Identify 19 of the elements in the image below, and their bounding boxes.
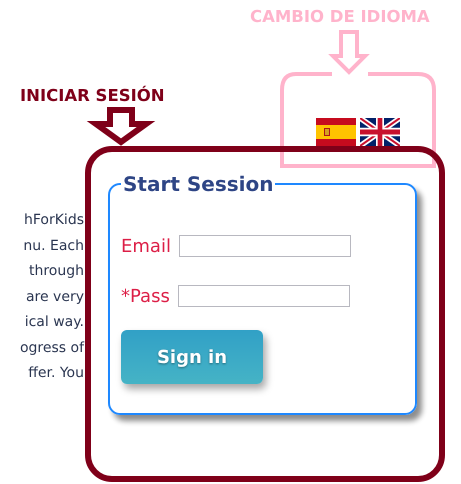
- field-label: Email: [121, 236, 171, 256]
- annotation-label: INICIAR SESIÓN: [20, 86, 165, 105]
- paragraph-line: hForKids: [24, 211, 84, 230]
- paragraph-line: ogress of: [20, 338, 84, 358]
- panel-title: Start Session: [122, 172, 274, 196]
- spain-flag-icon[interactable]: [316, 118, 356, 146]
- paragraph-line: ffer. You: [28, 364, 84, 383]
- uk-flag-icon[interactable]: [360, 118, 400, 146]
- annotation-arrow: [328, 30, 370, 75]
- input-field[interactable]: [178, 235, 351, 257]
- annotation-arrow: [86, 107, 156, 146]
- paragraph-line: nu. Each: [23, 236, 84, 256]
- field-label: *Pass: [121, 286, 170, 306]
- sign-in-button[interactable]: Sign in: [121, 330, 263, 384]
- paragraph-line: ical way.: [24, 313, 84, 332]
- paragraph-line: through: [28, 262, 84, 281]
- paragraph-line: are very: [24, 288, 84, 306]
- input-field[interactable]: [178, 285, 350, 307]
- annotation-label: CAMBIO DE IDIOMA: [250, 7, 430, 26]
